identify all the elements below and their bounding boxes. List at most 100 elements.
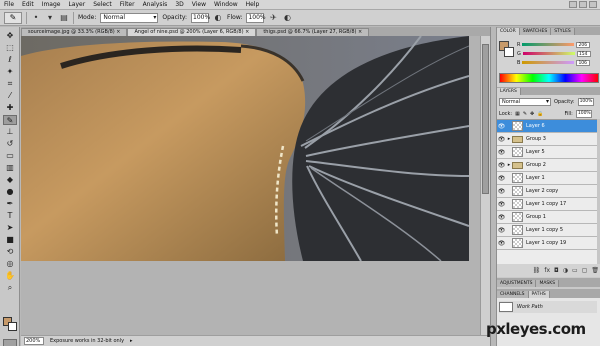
tab-sourceimage[interactable]: sourceimage.jpg @ 33.3% (RGB/8) × xyxy=(21,28,128,36)
eye-icon[interactable]: 👁 xyxy=(497,136,506,143)
status-arrow-icon[interactable]: ▸ xyxy=(130,338,133,344)
tab-color[interactable]: COLOR xyxy=(497,28,520,35)
menu-window[interactable]: Window xyxy=(214,1,238,8)
layer-row[interactable]: 👁 Layer 1 copy 19 xyxy=(497,237,597,250)
history-brush-tool-icon[interactable]: ↺ xyxy=(3,139,17,149)
menu-select[interactable]: Select xyxy=(93,1,112,8)
menu-help[interactable]: Help xyxy=(246,1,260,8)
vertical-scrollbar[interactable] xyxy=(480,36,490,335)
eye-icon[interactable]: 👁 xyxy=(497,188,506,195)
blue-value[interactable]: 106 xyxy=(576,59,591,66)
blend-mode-select[interactable]: Normal xyxy=(499,98,551,106)
mode-select[interactable]: Normal xyxy=(100,12,159,23)
blue-slider[interactable] xyxy=(522,61,575,64)
group-row[interactable]: 👁 ▸ Group 2 xyxy=(497,159,597,172)
eraser-tool-icon[interactable]: ▭ xyxy=(3,151,17,161)
menu-filter[interactable]: Filter xyxy=(120,1,135,8)
green-slider[interactable] xyxy=(522,52,575,55)
fill-input[interactable]: 100% xyxy=(575,109,592,118)
color-spectrum[interactable] xyxy=(499,73,599,83)
flow-input[interactable]: 100% xyxy=(246,12,266,23)
eye-icon[interactable]: 👁 xyxy=(497,175,506,182)
eye-icon[interactable]: 👁 xyxy=(497,214,506,221)
eye-icon[interactable]: 👁 xyxy=(497,201,506,208)
zoom-tool-icon[interactable]: ⌕ xyxy=(3,283,17,293)
link-layers-icon[interactable]: ⛓ xyxy=(533,267,541,274)
crop-tool-icon[interactable]: ⌗ xyxy=(3,79,17,89)
layer-row[interactable]: 👁 Group 1 xyxy=(497,211,597,224)
quick-mask-button[interactable] xyxy=(3,339,17,346)
layer-style-icon[interactable]: fx xyxy=(544,267,550,274)
menu-file[interactable]: File xyxy=(4,1,14,8)
background-color-swatch[interactable] xyxy=(8,322,17,331)
pressure-size-icon[interactable]: ◐ xyxy=(282,13,292,23)
type-tool-icon[interactable]: T xyxy=(3,211,17,221)
new-group-icon[interactable]: ▭ xyxy=(572,267,578,274)
tab-adjustments[interactable]: ADJUSTMENTS xyxy=(497,280,537,287)
tab-styles[interactable]: STYLES xyxy=(551,28,575,35)
layer-row[interactable]: 👁 Layer 5 xyxy=(497,146,597,159)
menu-analysis[interactable]: Analysis xyxy=(143,1,168,8)
layer-row[interactable]: 👁 Layer 1 copy 5 xyxy=(497,224,597,237)
lock-position-icon[interactable]: ✥ xyxy=(530,111,534,117)
pen-tool-icon[interactable]: ✒ xyxy=(3,199,17,209)
blur-tool-icon[interactable]: ◆ xyxy=(3,175,17,185)
new-layer-icon[interactable]: ▢ xyxy=(582,267,588,274)
path-row[interactable]: Work Path xyxy=(499,301,597,313)
lock-pixels-icon[interactable]: ✎ xyxy=(523,111,527,117)
eye-icon[interactable]: 👁 xyxy=(497,149,506,156)
pressure-opacity-icon[interactable]: ◐ xyxy=(213,13,223,23)
tab-paths[interactable]: PATHS xyxy=(528,291,550,298)
layer-row[interactable]: 👁 Layer 2 copy xyxy=(497,185,597,198)
brush-panel-icon[interactable]: ▤ xyxy=(59,13,69,23)
close-button[interactable] xyxy=(589,1,597,8)
menu-3d[interactable]: 3D xyxy=(175,1,183,8)
move-tool-icon[interactable]: ✥ xyxy=(3,31,17,41)
green-value[interactable]: 154 xyxy=(576,50,591,57)
hand-tool-icon[interactable]: ✋ xyxy=(3,271,17,281)
lock-transparency-icon[interactable]: ▦ xyxy=(515,111,520,117)
scrollbar-thumb[interactable] xyxy=(482,44,489,194)
menu-view[interactable]: View xyxy=(192,1,206,8)
clone-stamp-tool-icon[interactable]: ⊥ xyxy=(3,127,17,137)
chevron-down-icon[interactable]: ▾ xyxy=(45,13,55,23)
eye-icon[interactable]: 👁 xyxy=(497,227,506,234)
menu-layer[interactable]: Layer xyxy=(68,1,85,8)
dodge-tool-icon[interactable]: ● xyxy=(3,187,17,197)
canvas[interactable] xyxy=(21,36,469,261)
marquee-tool-icon[interactable]: ⬚ xyxy=(3,43,17,53)
eye-icon[interactable]: 👁 xyxy=(497,123,506,130)
zoom-level-field[interactable]: 200% xyxy=(24,337,44,345)
3d-orbit-tool-icon[interactable]: ◎ xyxy=(3,259,17,269)
maximize-button[interactable] xyxy=(579,1,587,8)
menu-image[interactable]: Image xyxy=(42,1,61,8)
layer-row[interactable]: 👁 Layer 1 xyxy=(497,172,597,185)
minimize-button[interactable] xyxy=(569,1,577,8)
brush-size-icon[interactable]: • xyxy=(31,13,41,23)
tab-swatches[interactable]: SWATCHES xyxy=(519,28,552,35)
layer-row[interactable]: 👁 Layer 1 copy 17 xyxy=(497,198,597,211)
gradient-tool-icon[interactable]: ▥ xyxy=(3,163,17,173)
healing-tool-icon[interactable]: ✚ xyxy=(3,103,17,113)
layer-row[interactable]: 👁 Layer 6 xyxy=(497,120,597,133)
tool-preset-picker[interactable]: ✎ xyxy=(4,11,22,24)
quick-select-tool-icon[interactable]: ✦ xyxy=(3,67,17,77)
airbrush-icon[interactable]: ✈ xyxy=(268,13,278,23)
adjustment-layer-icon[interactable]: ◑ xyxy=(563,267,568,274)
tab-masks[interactable]: MASKS xyxy=(536,280,560,287)
opacity-input[interactable]: 100% xyxy=(191,12,210,23)
tab-thigs[interactable]: thigs.psd @ 66.7% (Layer 27, RGB/8) × xyxy=(256,28,370,36)
eye-icon[interactable]: 👁 xyxy=(497,240,506,247)
lock-all-icon[interactable]: 🔒 xyxy=(537,111,543,117)
brush-tool-icon[interactable]: ✎ xyxy=(3,115,17,125)
eyedropper-tool-icon[interactable]: ⁄ xyxy=(3,91,17,101)
eye-icon[interactable]: 👁 xyxy=(497,162,506,169)
background-color-swatch[interactable] xyxy=(504,47,514,57)
add-mask-icon[interactable]: ◘ xyxy=(554,267,559,274)
layer-opacity-input[interactable]: 100% xyxy=(577,98,594,106)
menu-edit[interactable]: Edit xyxy=(22,1,34,8)
tab-angel-of-nine[interactable]: Angel of nine.psd @ 200% (Layer 6, RGB/8… xyxy=(127,28,257,36)
tab-layers[interactable]: LAYERS xyxy=(497,88,521,95)
lasso-tool-icon[interactable]: ℓ xyxy=(3,55,17,65)
trash-icon[interactable]: 🗑 xyxy=(591,267,599,274)
